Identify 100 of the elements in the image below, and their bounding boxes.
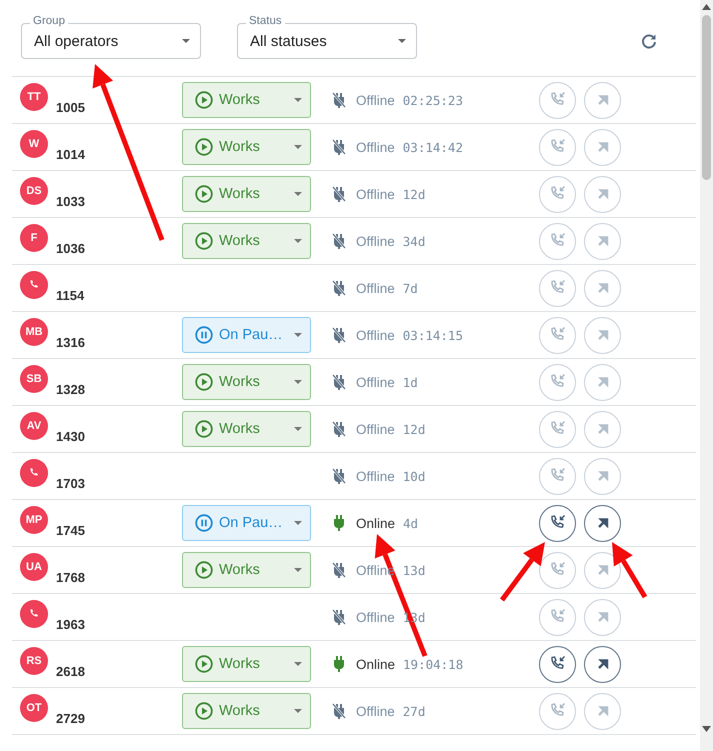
duration: 34d — [402, 234, 426, 248]
status-dropdown[interactable]: Works — [182, 176, 311, 212]
unplugged-icon — [332, 233, 346, 249]
caret-icon — [294, 333, 302, 337]
duration: 03:14:15 — [402, 328, 463, 342]
caret-icon — [294, 145, 302, 149]
duration: 27d — [402, 704, 426, 718]
caret-icon — [294, 662, 302, 666]
pause-icon — [195, 514, 213, 532]
scroll-up-icon[interactable] — [702, 4, 711, 10]
duration: 19:04:18 — [403, 656, 464, 672]
operator-number: 1768 — [56, 570, 85, 585]
status-dropdown[interactable]: On Pau… — [182, 505, 311, 541]
refresh-icon[interactable] — [640, 32, 658, 50]
play-icon — [195, 232, 213, 250]
connection-status: Offline — [356, 704, 395, 718]
pause-icon — [195, 326, 213, 344]
caret-icon — [294, 239, 302, 243]
avatar: AV — [20, 412, 48, 440]
avatar: F — [20, 224, 48, 252]
caret-icon — [294, 98, 302, 102]
operator-number: 1963 — [56, 617, 85, 632]
play-icon — [195, 138, 213, 156]
status-dropdown[interactable]: Works — [182, 552, 311, 588]
unplugged-icon — [332, 327, 346, 343]
duration: 13d — [402, 562, 426, 578]
duration: 4d — [403, 516, 418, 530]
operator-number: 1703 — [56, 476, 85, 491]
play-icon — [195, 702, 213, 720]
caret-icon — [294, 521, 302, 525]
unplugged-icon — [332, 562, 346, 578]
avatar: DS — [20, 177, 48, 205]
avatar: MP — [20, 506, 48, 534]
avatar: W — [20, 130, 48, 158]
scroll-down-icon[interactable] — [702, 726, 711, 732]
status-dropdown[interactable]: Works — [182, 129, 311, 165]
avatar: SB — [20, 365, 48, 393]
annotation-arrow — [500, 542, 545, 602]
play-icon — [195, 561, 213, 579]
caret-icon — [294, 568, 302, 572]
play-icon — [195, 420, 213, 438]
filter-dropdown[interactable]: All statuses — [237, 23, 417, 59]
duration: 02:25:23 — [402, 92, 463, 108]
avatar: TT — [20, 83, 48, 111]
connection-status: Offline — [356, 234, 395, 248]
operator-number: 1430 — [56, 429, 85, 444]
duration: 03:14:42 — [402, 140, 463, 154]
status-dropdown[interactable]: Works — [182, 223, 311, 259]
unplugged-icon — [332, 421, 346, 437]
connection-status: Offline — [356, 280, 395, 296]
play-icon — [195, 655, 213, 673]
connection-status: Offline — [356, 468, 395, 484]
operator-number: 1745 — [56, 523, 85, 538]
transfer-button[interactable] — [584, 646, 621, 682]
caret-icon — [398, 39, 406, 43]
unplugged-icon — [332, 280, 346, 296]
status-dropdown[interactable]: On Pau… — [182, 317, 311, 353]
unplugged-icon — [332, 703, 346, 719]
avatar: OT — [20, 694, 48, 722]
incoming-call-button[interactable] — [539, 504, 576, 542]
unplugged-icon — [332, 468, 346, 484]
field-label: Group — [30, 14, 68, 28]
caret-icon — [294, 192, 302, 196]
unplugged-icon — [332, 374, 346, 390]
connection-status: Offline — [356, 374, 395, 390]
scrollbar-thumb[interactable] — [702, 15, 711, 180]
status-dropdown[interactable]: Works — [182, 693, 311, 729]
phone-avatar-icon — [20, 459, 48, 487]
incoming-call-button[interactable] — [539, 646, 576, 682]
connection-status: Online — [356, 516, 396, 530]
operator-number: 1033 — [56, 194, 85, 209]
status-dropdown[interactable]: Works — [182, 411, 311, 447]
duration: 1d — [402, 374, 418, 390]
plug-icon — [332, 656, 346, 672]
status-dropdown[interactable]: Works — [182, 82, 311, 118]
connection-status: Offline — [356, 610, 395, 624]
play-icon — [195, 91, 213, 109]
operator-number: 2729 — [56, 711, 85, 726]
operator-number: 1014 — [56, 147, 85, 162]
plug-icon — [332, 515, 346, 531]
caret-icon — [294, 380, 302, 384]
avatar: UA — [20, 553, 48, 581]
avatar: RS — [20, 647, 48, 675]
status-dropdown[interactable]: Works — [182, 646, 311, 682]
operator-number: 1316 — [56, 335, 85, 350]
play-icon — [195, 185, 213, 203]
duration: 10d — [402, 468, 426, 484]
operator-number: 1005 — [56, 100, 85, 115]
status-dropdown[interactable]: Works — [182, 364, 311, 400]
connection-status: Offline — [356, 140, 395, 154]
connection-status: Offline — [356, 422, 395, 436]
duration: 12d — [402, 186, 426, 202]
phone-avatar-icon — [20, 271, 48, 299]
unplugged-icon — [332, 609, 346, 625]
phone-avatar-icon — [20, 600, 48, 628]
unplugged-icon — [332, 186, 346, 202]
connection-status: Offline — [356, 328, 395, 342]
transfer-button[interactable] — [584, 504, 621, 542]
operator-number: 1328 — [56, 382, 85, 397]
unplugged-icon — [332, 92, 346, 108]
